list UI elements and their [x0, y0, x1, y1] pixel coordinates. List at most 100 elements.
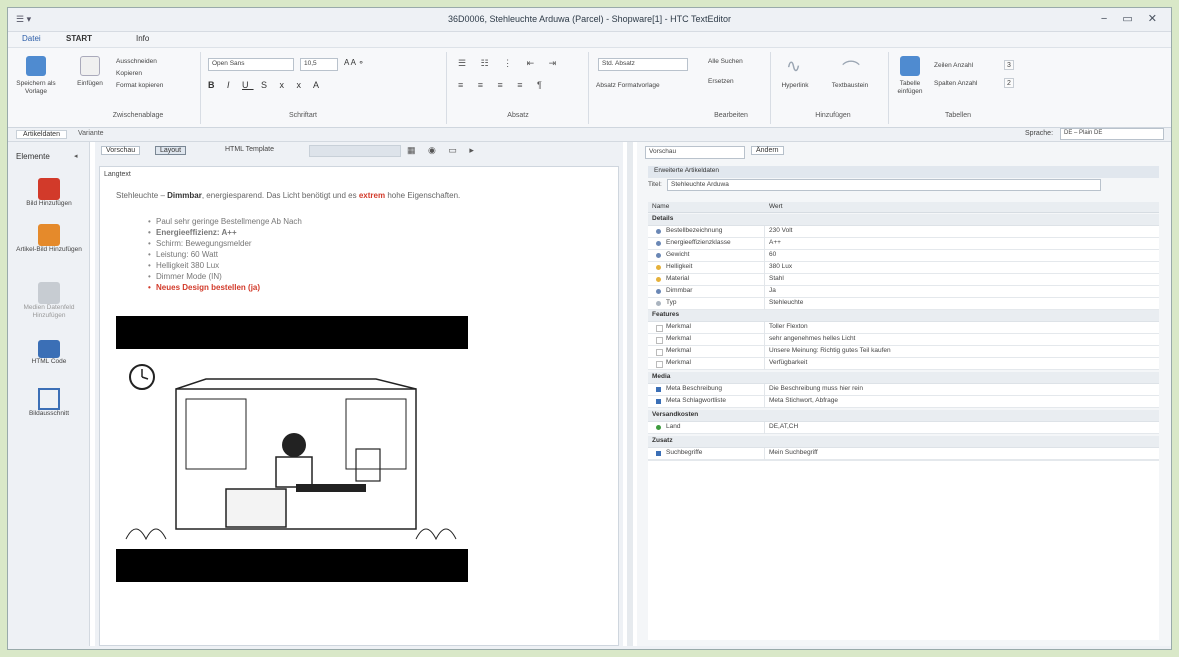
- table-row[interactable]: Merkmal Unsere Meinung: Richtig gutes Tei…: [648, 346, 1159, 358]
- view-combo[interactable]: Vorschau: [645, 146, 745, 159]
- layout-button[interactable]: Layout: [155, 146, 187, 155]
- textblock-button[interactable]: Textbaustein: [822, 82, 878, 90]
- replace-button[interactable]: Ersetzen: [708, 78, 758, 86]
- window-controls[interactable]: − ▭ ✕: [1101, 12, 1163, 25]
- font-style-buttons[interactable]: B I U S x x A: [208, 80, 324, 90]
- tab-artikeldaten[interactable]: Artikeldaten: [16, 130, 67, 139]
- table-row[interactable]: Merkmal sehr angenehmes helles Licht: [648, 334, 1159, 346]
- crop-icon: [38, 388, 60, 410]
- html-code-icon: [38, 340, 60, 358]
- save-template-icon[interactable]: [26, 56, 46, 76]
- table-icon[interactable]: [900, 56, 920, 76]
- table-row[interactable]: Typ Stehleuchte: [648, 298, 1159, 310]
- category-details[interactable]: Details: [648, 214, 1159, 226]
- change-button[interactable]: Ändern: [751, 146, 784, 155]
- category-media[interactable]: Media: [648, 372, 1159, 384]
- style-combo[interactable]: Std. Absatz: [598, 58, 688, 71]
- table-row[interactable]: Dimmbar Ja: [648, 286, 1159, 298]
- table-row[interactable]: Energieeffizienzklasse A++: [648, 238, 1159, 250]
- table-row[interactable]: Gewicht 60: [648, 250, 1159, 262]
- image-add-icon: [38, 178, 60, 200]
- category-features[interactable]: Features: [648, 310, 1159, 322]
- font-grow-icon[interactable]: A A ⚬: [344, 58, 365, 67]
- document-tabs: Artikeldaten Variante Sprache: DE – Plai…: [8, 128, 1171, 142]
- window-title: 36D0006, Stehleuchte Arduwa (Parcel) - S…: [448, 14, 731, 24]
- rows-spinner[interactable]: 3: [1004, 60, 1014, 70]
- sidebar-item-media-field[interactable]: Medien Datenfeld Hinzufügen: [12, 282, 86, 320]
- grid-empty-area: [648, 460, 1159, 640]
- find-button[interactable]: Alle Suchen: [708, 58, 758, 66]
- title-input[interactable]: Stehleuchte Arduwa: [667, 179, 1101, 191]
- category-seo[interactable]: Zusatz: [648, 436, 1159, 448]
- elements-sidebar: Elemente ◂ Bild Hinzufügen Artikel-Bild …: [8, 142, 90, 649]
- align-buttons[interactable]: ≡ ≡ ≡ ≡ ¶: [458, 80, 548, 90]
- editor-canvas[interactable]: Langtext Stehleuchte – Dimmbar, energies…: [99, 166, 619, 646]
- menu-view[interactable]: Info: [136, 34, 149, 43]
- table-row[interactable]: Helligkeit 380 Lux: [648, 262, 1159, 274]
- bullet-item: • Schirm: Bewegungsmelder: [148, 239, 252, 248]
- image-letterbox-top: [116, 316, 468, 349]
- language-label: Sprache:: [1025, 130, 1054, 137]
- sidebar-item-label: Artikel-Bild Hinzufügen: [16, 246, 82, 253]
- font-size-combo[interactable]: 10,5: [300, 58, 338, 71]
- cols-label: Spalten Anzahl: [934, 80, 978, 87]
- editor-tool-icons[interactable]: ▦ ◉ ▭ ▸: [407, 145, 479, 156]
- sidebar-header: Elemente: [16, 152, 50, 161]
- preview-button[interactable]: Vorschau: [101, 146, 141, 155]
- insert-table-button[interactable]: Tabelle einfügen: [892, 80, 928, 96]
- sidebar-item-image[interactable]: Bild Hinzufügen: [12, 178, 86, 208]
- table-row[interactable]: Merkmal Verfügbarkeit: [648, 358, 1159, 370]
- style-combo2[interactable]: Absatz Formatvorlage: [596, 82, 692, 90]
- table-row[interactable]: Meta Schlagwortliste Meta Stichwort, Abfr…: [648, 396, 1159, 408]
- html-template-button[interactable]: HTML Template: [225, 146, 274, 153]
- intro-text: Stehleuchte – Dimmbar, energiesparend. D…: [116, 191, 461, 200]
- paste-icon[interactable]: [80, 56, 100, 76]
- ribbon-separator: [888, 52, 889, 124]
- sidebar-item-label: Medien Datenfeld Hinzufügen: [23, 304, 75, 319]
- bullet-item: • Dimmer Mode (IN): [148, 272, 222, 281]
- table-row[interactable]: Land DE,AT,CH: [648, 422, 1159, 434]
- paste-label: Einfügen: [77, 80, 103, 87]
- grid-header: Name Wert: [648, 202, 1159, 213]
- sidebar-item-html-code[interactable]: HTML Code: [12, 340, 86, 366]
- group-font-label: Schriftart: [288, 112, 317, 119]
- cols-spinner[interactable]: 2: [1004, 78, 1014, 88]
- tab-variante[interactable]: Variante: [78, 130, 104, 137]
- section-header: Erweiterte Artikeldaten: [648, 166, 1159, 178]
- ribbon-separator: [446, 52, 447, 124]
- hyperlink-icon[interactable]: ∿: [786, 56, 801, 77]
- table-row[interactable]: Merkmal Toller Flexton: [648, 322, 1159, 334]
- hyperlink-button[interactable]: Hyperlink: [774, 82, 816, 90]
- language-combo[interactable]: DE – Plain DE: [1060, 128, 1164, 140]
- table-row[interactable]: Meta Beschreibung Die Beschreibung muss h…: [648, 384, 1159, 396]
- bullet-item: • Energieeffizienz: A++: [148, 228, 237, 237]
- pane-splitter[interactable]: [627, 142, 633, 649]
- sidebar-item-article-image[interactable]: Artikel-Bild Hinzufügen: [12, 224, 86, 254]
- ribbon-separator: [588, 52, 589, 124]
- cut-button[interactable]: Ausschneiden: [116, 58, 176, 66]
- menu-bar: Datei START Info: [8, 32, 1171, 48]
- bullet-item: • Neues Design bestellen (ja): [148, 283, 261, 292]
- textblock-icon[interactable]: ⌒: [842, 56, 860, 82]
- category-shipping[interactable]: Versandkosten: [648, 410, 1159, 422]
- table-row[interactable]: Material Stahl: [648, 274, 1159, 286]
- title-label: Titel:: [648, 181, 662, 188]
- table-row[interactable]: Bestellbezeichnung 230 Volt: [648, 226, 1159, 238]
- menu-file[interactable]: Datei: [22, 34, 41, 43]
- sidebar-item-label: Bild Hinzufügen: [26, 200, 72, 207]
- sidebar-item-label: HTML Code: [31, 358, 67, 365]
- sidebar-item-crop[interactable]: Bildausschnitt: [12, 388, 86, 418]
- cartoon-image[interactable]: [116, 349, 468, 549]
- table-row[interactable]: Suchbegriffe Mein Suchbegriff: [648, 448, 1159, 460]
- section-label: Langtext: [104, 171, 131, 178]
- format-paint-button[interactable]: Format kopieren: [116, 82, 176, 90]
- template-field[interactable]: [309, 145, 401, 157]
- ribbon-separator: [200, 52, 201, 124]
- copy-button[interactable]: Kopieren: [116, 70, 176, 78]
- font-name-combo[interactable]: Open Sans: [208, 58, 294, 71]
- list-buttons[interactable]: ☰ ☷ ⋮ ⇤ ⇥: [458, 58, 562, 69]
- menu-start[interactable]: START: [66, 34, 92, 43]
- group-insert-label: Hinzufügen: [815, 112, 851, 119]
- sidebar-collapse-icon[interactable]: ◂: [74, 152, 78, 160]
- sidebar-item-label: Bildausschnitt: [28, 410, 70, 417]
